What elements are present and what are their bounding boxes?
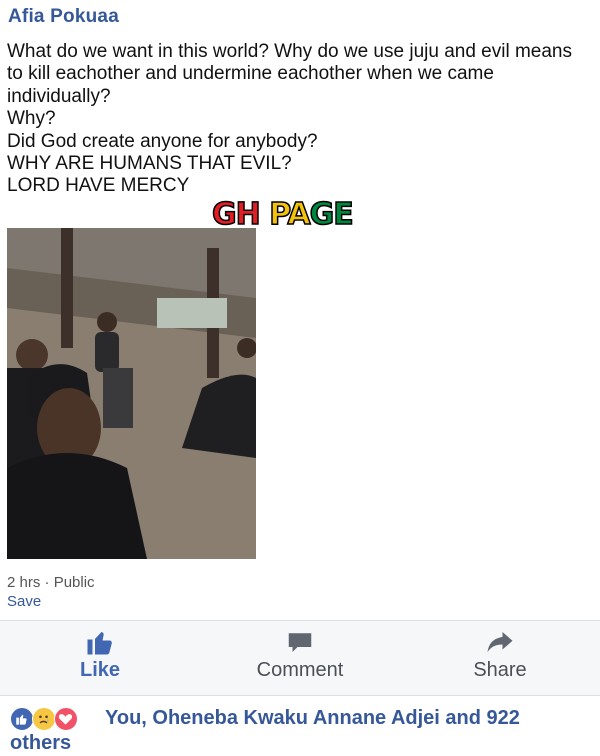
like-icon xyxy=(10,707,34,731)
post-body: What do we want in this world? Why do we… xyxy=(7,41,592,198)
meta-separator: · xyxy=(44,574,50,591)
save-link[interactable]: Save xyxy=(7,593,41,610)
like-button[interactable]: Like xyxy=(20,627,180,689)
post-line-4: WHY ARE HUMANS THAT EVIL? xyxy=(7,153,292,175)
share-button[interactable]: Share xyxy=(420,627,580,689)
post-action-bar: Like Comment Share xyxy=(0,620,600,696)
post-line-3: Did God create anyone for anybody? xyxy=(7,130,318,152)
reactions-text[interactable]: You, Oheneba Kwaku Annane Adjei and 922 … xyxy=(10,706,585,756)
sad-icon xyxy=(32,707,56,731)
like-reaction-glyph xyxy=(16,714,27,725)
post-meta: 2 hrs · Public xyxy=(7,574,95,591)
post-time[interactable]: 2 hrs xyxy=(7,574,40,591)
sad-reaction-glyph xyxy=(39,715,49,724)
love-icon xyxy=(54,707,78,731)
post-privacy: Public xyxy=(53,574,95,591)
share-arrow-icon xyxy=(487,632,513,652)
comment-label: Comment xyxy=(256,659,344,681)
love-reaction-glyph xyxy=(58,714,73,725)
comment-button[interactable]: Comment xyxy=(220,627,380,689)
post-author-name[interactable]: Afia Pokuaa xyxy=(8,6,119,28)
photo-illustration xyxy=(7,228,256,559)
comment-icon xyxy=(288,633,312,652)
post-line-2: Why? xyxy=(7,108,56,130)
watermark-pa: PA xyxy=(268,196,311,233)
post-card: Afia Pokuaa What do we want in this worl… xyxy=(0,0,600,756)
post-photo[interactable] xyxy=(7,228,256,559)
post-line-1: What do we want in this world? Why do we… xyxy=(7,41,572,107)
share-label: Share xyxy=(473,659,527,681)
watermark-ge: GE xyxy=(309,196,355,233)
watermark-gh: GH xyxy=(211,196,261,233)
thumbs-up-icon xyxy=(87,632,112,655)
reaction-icons xyxy=(10,706,95,732)
like-label: Like xyxy=(79,659,121,681)
